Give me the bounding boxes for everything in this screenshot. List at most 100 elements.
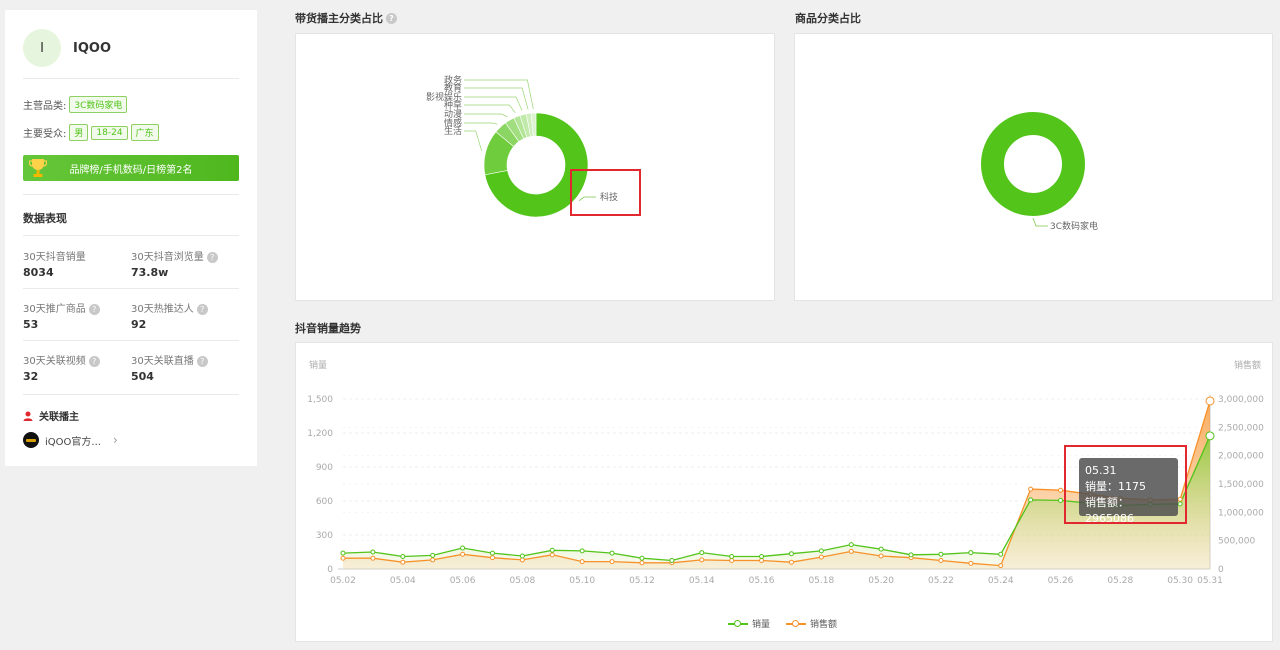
y-tick-label-right: 0 (1218, 565, 1224, 575)
brand-avatar: I (23, 29, 61, 67)
point-amount (639, 560, 645, 566)
related-anchors-label: 关联播主 (39, 412, 79, 423)
point-sales (788, 551, 794, 557)
x-tick-label: 05.04 (390, 576, 416, 586)
label-leader-line (464, 96, 523, 111)
y-tick-label-left: 0 (327, 565, 333, 575)
x-tick-label: 05.16 (749, 576, 775, 586)
y-tick-label-right: 1,500,000 (1218, 480, 1264, 490)
legend-item-sales[interactable]: 销量 (728, 617, 770, 630)
help-icon[interactable]: ? (196, 303, 208, 315)
metric-value: 8034 (23, 266, 54, 279)
person-icon (23, 411, 33, 421)
chart-legend: 销量 销售额 (728, 617, 853, 630)
divider (23, 288, 239, 289)
anchor-avatar (23, 432, 39, 448)
metric-30d-sales: 30天抖音销量 8034 (23, 248, 86, 279)
divider (23, 394, 239, 395)
slice-label: 政务 (444, 74, 462, 86)
label-leader-line (464, 130, 483, 152)
point-amount (519, 557, 525, 563)
point-amount (400, 559, 406, 565)
point-amount (1205, 396, 1215, 406)
point-sales (729, 554, 735, 560)
label-leader-line (464, 113, 508, 118)
point-amount (1058, 487, 1064, 493)
point-amount (759, 558, 765, 563)
x-tick-label: 05.28 (1107, 576, 1133, 586)
label-leader-line (464, 87, 529, 110)
highlight-box-tooltip (1064, 445, 1187, 524)
main-category-label: 主营品类: (23, 101, 67, 112)
y-tick-label-right: 3,000,000 (1218, 395, 1264, 405)
y-tick-label-left: 900 (316, 463, 333, 473)
y-tick-label-right: 2,500,000 (1218, 423, 1264, 433)
point-amount (788, 559, 794, 565)
point-sales (489, 550, 495, 556)
metric-label: 30天抖音浏览量 (131, 252, 204, 263)
x-tick-label: 05.10 (569, 576, 595, 586)
related-anchor-item[interactable]: iQOO官方... › (23, 432, 118, 448)
data-section-title: 数据表现 (23, 212, 67, 225)
trend-title: 抖音销量趋势 (295, 322, 361, 335)
point-amount (998, 563, 1004, 569)
point-sales (759, 554, 765, 560)
point-sales (938, 551, 944, 557)
point-sales (699, 550, 705, 556)
point-amount (1028, 486, 1034, 492)
point-sales (519, 553, 525, 559)
point-sales (400, 554, 406, 560)
brand-name: IQOO (73, 40, 111, 56)
point-amount (579, 559, 585, 565)
help-icon[interactable]: ? (196, 355, 208, 367)
help-icon[interactable]: ? (206, 251, 218, 263)
y-tick-label-right: 2,000,000 (1218, 452, 1264, 462)
point-sales (370, 549, 376, 555)
x-tick-label: 05.30 (1167, 576, 1193, 586)
chevron-right-icon[interactable]: › (113, 433, 118, 447)
metric-value: 504 (131, 370, 154, 383)
help-icon[interactable]: ? (88, 303, 100, 315)
rank-banner[interactable]: 品牌榜/手机数码/日榜第2名 (23, 155, 239, 181)
label-leader-line (464, 104, 516, 114)
point-sales (878, 546, 884, 552)
divider (23, 194, 239, 195)
point-amount (878, 553, 884, 559)
audience-tag-age: 18-24 (91, 125, 128, 140)
divider (23, 78, 239, 79)
point-sales (639, 555, 645, 561)
point-amount (848, 548, 854, 554)
x-tick-label: 05.18 (808, 576, 834, 586)
divider (23, 340, 239, 341)
x-tick-label: 05.22 (928, 576, 954, 586)
point-sales (1028, 497, 1034, 503)
x-tick-label: 05.02 (330, 576, 356, 586)
point-amount (609, 559, 615, 565)
help-icon[interactable]: ? (88, 355, 100, 367)
anchor-name: iQOO官方... (45, 436, 101, 448)
brand-info-card: I IQOO 主营品类: 3C数码家电 主要受众: 男 18-24 广东 品牌榜… (5, 10, 257, 466)
point-sales (908, 552, 914, 558)
label-leader-line (464, 122, 498, 125)
legend-label: 销售额 (810, 620, 838, 630)
point-amount (460, 551, 466, 557)
x-tick-label: 05.12 (629, 576, 655, 586)
metric-label: 30天关联视频 (23, 356, 86, 367)
y-tick-label-right: 500,000 (1218, 537, 1255, 547)
audience-tag-region: 广东 (130, 124, 159, 141)
trophy-icon (29, 159, 47, 177)
legend-item-amount[interactable]: 销售额 (786, 617, 837, 630)
main-category-row: 主营品类: 3C数码家电 (23, 96, 128, 113)
metric-30d-related-lives: 30天关联直播? 504 (131, 352, 208, 383)
point-sales (1205, 431, 1215, 441)
product-category-title: 商品分类占比 (795, 12, 861, 25)
donut-slice (981, 112, 1085, 216)
x-tick-label: 05.31 (1197, 576, 1223, 586)
metric-30d-hot-influencers: 30天热推达人? 92 (131, 300, 208, 331)
legend-label: 销量 (752, 620, 771, 630)
metric-30d-promoted-products: 30天推广商品? 53 (23, 300, 100, 331)
divider (23, 235, 239, 236)
product-category-donut: 3C数码家电 (981, 112, 1098, 232)
help-icon[interactable]: ? (386, 12, 397, 24)
metric-label: 30天热推达人 (131, 304, 194, 315)
